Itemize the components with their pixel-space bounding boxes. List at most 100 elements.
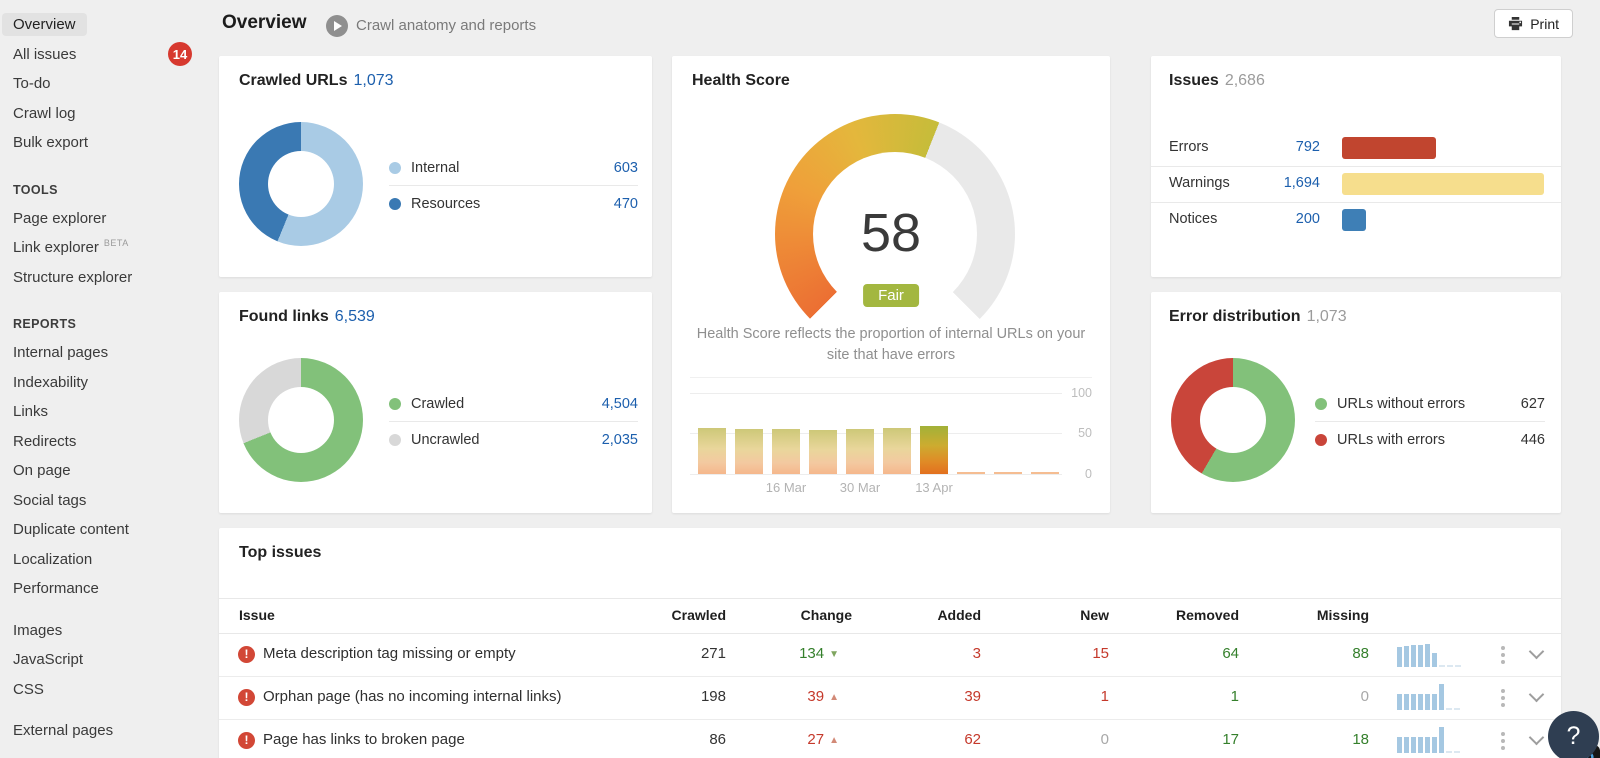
sidebar-item-label: Bulk export <box>13 134 89 152</box>
legend-label: Crawled <box>411 395 465 412</box>
sidebar-item-link-explorer[interactable]: Link explorer BETA <box>0 233 210 263</box>
column-header-missing[interactable]: Missing <box>1259 607 1369 623</box>
trend-bar <box>735 428 763 474</box>
sidebar-item-performance[interactable]: Performance <box>0 574 210 604</box>
sidebar-item-label: Internal pages <box>13 344 109 362</box>
column-header-crawled[interactable]: Crawled <box>616 607 726 623</box>
row-actions-menu[interactable] <box>1499 687 1507 709</box>
sidebar-item-label: Indexability <box>13 373 89 391</box>
expand-row-chevron-icon[interactable] <box>1528 686 1545 703</box>
warnings-bar <box>1342 173 1544 195</box>
issues-row-value-link[interactable]: 792 <box>1240 139 1320 155</box>
issues-row-notices: Notices 200 <box>1151 202 1561 238</box>
sidebar-item-label: JavaScript <box>13 651 84 669</box>
health-rating-badge: Fair <box>863 284 919 307</box>
sidebar-item-todo[interactable]: To-do <box>0 69 210 99</box>
missing-cell: 88 <box>1352 645 1369 662</box>
expand-row-chevron-icon[interactable] <box>1528 643 1545 660</box>
row-actions-menu[interactable] <box>1499 644 1507 666</box>
issues-row-label: Warnings <box>1169 175 1230 191</box>
error-distribution-total: 1,073 <box>1306 308 1347 325</box>
expand-row-chevron-icon[interactable] <box>1528 729 1545 746</box>
column-header-new[interactable]: New <box>999 607 1109 623</box>
new-cell: 15 <box>1092 645 1109 662</box>
column-header-removed[interactable]: Removed <box>1129 607 1239 623</box>
issues-row-value-link[interactable]: 200 <box>1240 211 1320 227</box>
legend-value-link[interactable]: 4,504 <box>602 396 638 412</box>
crawled-urls-card: Crawled URLs 1,073 Internal 603 Resources… <box>219 56 652 277</box>
legend-value: 627 <box>1520 395 1545 412</box>
trend-bar <box>994 472 1022 474</box>
found-links-donut-chart <box>239 358 363 482</box>
trend-bar <box>846 428 874 474</box>
issue-name-link[interactable]: Meta description tag missing or empty <box>263 645 516 662</box>
row-actions-menu[interactable] <box>1499 730 1507 752</box>
y-axis-label: 50 <box>1078 426 1092 440</box>
sidebar-item-crawl-log[interactable]: Crawl log <box>0 99 210 129</box>
sidebar-item-label: All issues <box>13 45 77 63</box>
sidebar-item-label: Images <box>13 621 63 639</box>
video-play-icon[interactable] <box>326 15 348 37</box>
legend-value: 446 <box>1520 431 1545 448</box>
legend-value-link[interactable]: 603 <box>614 160 638 176</box>
sidebar-item-external-pages[interactable]: External pages <box>0 716 210 746</box>
sidebar-item-javascript[interactable]: JavaScript <box>0 645 210 675</box>
page-header: Overview Crawl anatomy and reports Print <box>210 0 1600 48</box>
page-subtitle-link[interactable]: Crawl anatomy and reports <box>356 17 536 34</box>
sidebar-item-label: Crawl log <box>13 104 76 122</box>
gridline-0 <box>690 474 1062 475</box>
column-header-added[interactable]: Added <box>871 607 981 623</box>
found-links-card: Found links 6,539 Crawled 4,504 Uncrawled… <box>219 292 652 513</box>
issue-name-link[interactable]: Orphan page (has no incoming internal li… <box>263 688 562 705</box>
column-header-change[interactable]: Change <box>742 607 852 623</box>
sidebar-item-label: CSS <box>13 680 44 698</box>
sidebar-item-overview[interactable]: Overview <box>0 10 210 40</box>
sidebar-item-label: Duplicate content <box>13 521 129 539</box>
sidebar-item-bulk-export[interactable]: Bulk export <box>0 128 210 158</box>
sidebar-item-label: Links <box>13 403 49 421</box>
sidebar-item-images[interactable]: Images <box>0 616 210 646</box>
sidebar-item-redirects[interactable]: Redirects <box>0 427 210 457</box>
trend-bar <box>920 426 948 474</box>
error-severity-icon <box>238 689 255 706</box>
sidebar-item-structure-explorer[interactable]: Structure explorer <box>0 263 210 293</box>
notices-bar <box>1342 209 1366 231</box>
column-header-issue[interactable]: Issue <box>239 607 275 623</box>
issues-row-warnings: Warnings 1,694 <box>1151 166 1561 202</box>
error-distribution-card: Error distribution 1,073 URLs without err… <box>1151 292 1561 513</box>
card-title: Error distribution 1,073 <box>1169 308 1347 325</box>
sidebar-item-duplicate-content[interactable]: Duplicate content <box>0 515 210 545</box>
legend-dot-resources <box>389 197 401 210</box>
print-button[interactable]: Print <box>1494 9 1573 38</box>
sidebar-item-css[interactable]: CSS <box>0 675 210 705</box>
sidebar-item-on-page[interactable]: On page <box>0 456 210 486</box>
sidebar-item-links[interactable]: Links <box>0 397 210 427</box>
legend-row: Resources 470 <box>389 185 638 221</box>
crawled-urls-total-link[interactable]: 1,073 <box>353 72 393 89</box>
x-axis-label: 13 Apr <box>915 480 953 495</box>
issues-rows: Errors 792 Warnings 1,694 Notices 200 <box>1151 131 1561 238</box>
error-severity-icon <box>238 732 255 749</box>
sidebar-item-localization[interactable]: Localization <box>0 545 210 575</box>
sidebar-item-indexability[interactable]: Indexability <box>0 368 210 398</box>
card-title: Issues 2,686 <box>1169 72 1265 89</box>
legend-label: Resources <box>411 195 481 212</box>
legend-label: URLs with errors <box>1337 431 1445 448</box>
divider <box>690 377 1092 378</box>
top-issue-row: Page has links to broken page 86 27▲ 62 … <box>219 719 1561 758</box>
sidebar-item-internal-pages[interactable]: Internal pages <box>0 338 210 368</box>
found-links-total-link[interactable]: 6,539 <box>335 308 375 325</box>
help-button[interactable]: ? <box>1548 711 1599 758</box>
issues-row-value-link[interactable]: 1,694 <box>1240 175 1320 191</box>
error-distribution-donut-chart <box>1171 358 1295 482</box>
legend-label: Uncrawled <box>411 431 480 448</box>
issue-name-link[interactable]: Page has links to broken page <box>263 731 465 748</box>
trend-bar <box>883 428 911 474</box>
sidebar-item-all-issues[interactable]: All issues 14 <box>0 40 210 70</box>
sidebar-item-social-tags[interactable]: Social tags <box>0 486 210 516</box>
legend-value-link[interactable]: 2,035 <box>602 432 638 448</box>
issues-total: 2,686 <box>1224 72 1265 89</box>
legend-value-link[interactable]: 470 <box>614 196 638 212</box>
sidebar-item-page-explorer[interactable]: Page explorer <box>0 204 210 234</box>
health-score-trend-chart <box>672 392 1110 474</box>
